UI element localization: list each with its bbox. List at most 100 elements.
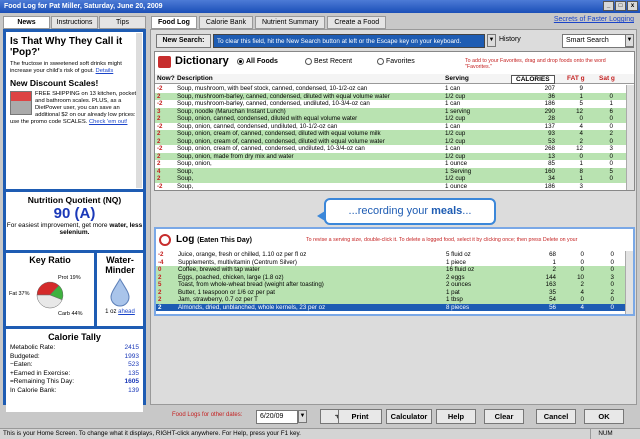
radio-favorites[interactable]: Favorites — [377, 58, 415, 65]
tab-tips[interactable]: Tips — [99, 16, 146, 29]
log-cell-desc: Almonds, dried, unblanched, whole kernel… — [178, 303, 326, 311]
dictionary-row[interactable]: 2 Soup, onion, cream of, canned, condense… — [155, 137, 626, 145]
tab-food-log[interactable]: Food Log — [151, 16, 197, 29]
log-row[interactable]: 2 Jam, strawberry, 0.7 oz per T 1 tbsp 54 0 0 — [156, 296, 625, 304]
dictionary-row[interactable]: -2 Soup, onion, cream of, canned, condens… — [155, 145, 626, 153]
tab-nutrient-summary[interactable]: Nutrient Summary — [254, 16, 326, 29]
log-row[interactable]: 0 Coffee, brewed with tap water 16 fluid o… — [156, 266, 625, 274]
plate-icon — [159, 234, 171, 246]
dictionary-cell-fat: 0 — [579, 115, 583, 122]
left-panel: Is That Why They Call it 'Pop?' The fruc… — [3, 29, 146, 412]
print-button[interactable]: Print — [338, 409, 382, 424]
calculator-button[interactable]: Calculator — [386, 409, 432, 424]
tally-heading: Calorie Tally — [48, 332, 101, 342]
check-link[interactable]: Check 'em out! — [89, 119, 127, 125]
news-tip: Is That Why They Call it 'Pop?' The fruc… — [6, 32, 143, 189]
log-scrollbar[interactable] — [625, 251, 633, 314]
dictionary-row[interactable]: 2 Soup, onion, canned, condensed, diluted… — [155, 115, 626, 123]
dictionary-column-header: Now? Description Serving CALORIES FAT g … — [155, 74, 634, 84]
log-row[interactable]: 5 Toast, from whole-wheat bread (weight a… — [156, 281, 625, 289]
nq-heading: Nutrition Quotient (NQ) — [27, 195, 122, 205]
col-fat[interactable]: FAT g — [567, 75, 585, 82]
search-mode-chevron-icon[interactable]: ▼ — [625, 34, 634, 47]
dictionary-row[interactable]: -2 Soup, onion, canned, condensed, undilu… — [155, 122, 626, 130]
col-now[interactable]: Now? — [157, 75, 175, 82]
cancel-button[interactable]: Cancel — [536, 409, 576, 424]
dictionary-cell-sat: 0 — [609, 115, 613, 122]
water-minder-card[interactable]: Water-Minder 1 oz ahead — [97, 253, 143, 326]
calorie-tally-card[interactable]: Calorie Tally Metabolic Rate: 2415 Budgete… — [6, 329, 143, 412]
log-cell-fat: 0 — [580, 266, 584, 273]
dictionary-cell-serving: 1 can — [445, 145, 461, 152]
nq-value: 90 (A) — [53, 205, 96, 222]
clear-button[interactable]: Clear — [484, 409, 524, 424]
help-button[interactable]: Help — [436, 409, 476, 424]
dictionary-cell-now: 4 — [157, 167, 161, 175]
log-row[interactable]: 2 Butter, 1 teaspoon or 1/6 oz per pat 1 p… — [156, 288, 625, 296]
col-serving[interactable]: Serving — [445, 75, 469, 82]
log-row[interactable]: -2 Juice, orange, fresh or chilled, 1.10 … — [156, 251, 625, 259]
tab-instructions[interactable]: Instructions — [51, 16, 98, 29]
dictionary-cell-fat: 0 — [579, 152, 583, 160]
log-cell-sat: 0 — [610, 258, 614, 266]
water-ahead[interactable]: ahead — [118, 309, 135, 315]
dictionary-scrollbar[interactable] — [626, 85, 634, 190]
search-dropdown-icon[interactable]: ▼ — [487, 34, 496, 47]
dictionary-row[interactable]: 2 Soup, onion, made from dry mix and wate… — [155, 152, 626, 160]
main-tabs: Food Log Calorie Bank Nutrient Summary C… — [151, 16, 387, 29]
tally-label: Metabolic Rate: — [10, 344, 56, 351]
radio-best-recent[interactable]: Best Recent — [305, 58, 352, 65]
tab-create-food[interactable]: Create a Food — [327, 16, 387, 29]
radio-all-foods[interactable]: All Foods — [237, 58, 278, 65]
col-description[interactable]: Description — [177, 75, 213, 82]
dictionary-row[interactable]: 3 Soup, noodle (Maruchan Instant Lunch) 1 … — [155, 107, 626, 115]
log-cell-now: 2 — [158, 273, 162, 281]
dictionary-cell-sat: 0 — [609, 122, 613, 130]
dictionary-row[interactable]: 2 Soup, onion, 1 ounce 85 1 0 — [155, 160, 626, 168]
details-link[interactable]: Details — [96, 68, 114, 74]
dictionary-row[interactable]: -2 Soup, mushroom-barley, canned, condens… — [155, 100, 626, 108]
tab-news[interactable]: News — [3, 16, 50, 29]
dictionary-row[interactable]: -2 Soup, mushroom, with beef stock, canne… — [155, 85, 626, 93]
tooltip-pointer — [317, 211, 325, 221]
new-search-button[interactable]: New Search: — [156, 34, 211, 48]
close-icon[interactable]: x — [627, 1, 638, 11]
dictionary-cell-serving: 1/2 cup — [445, 152, 466, 160]
log-row[interactable]: -4 Supplements, multivitamin (Centrum Sil… — [156, 258, 625, 266]
tip-scrollbar[interactable] — [136, 33, 142, 188]
dictionary-cell-fat: 4 — [579, 122, 583, 130]
log-cell-serving: 5 fluid oz — [446, 251, 471, 258]
dictionary-cell-sat: 0 — [609, 152, 613, 160]
dictionary-row[interactable]: 2 Soup, 1/2 cup 34 1 0 — [155, 175, 626, 183]
maximize-icon[interactable]: □ — [615, 1, 626, 11]
dictionary-cell-now: -2 — [157, 85, 163, 92]
col-calories[interactable]: CALORIES — [511, 75, 555, 84]
dictionary-row[interactable]: 4 Soup, 1 Serving 160 8 5 — [155, 167, 626, 175]
log-row[interactable]: 2 Eggs, poached, chicken, large (1.8 oz) 2… — [156, 273, 625, 281]
dictionary-row[interactable]: -2 Soup, 1 ounce 186 3 — [155, 182, 626, 190]
log-cell-fat: 2 — [580, 281, 584, 288]
search-input[interactable]: To clear this field, hit the New Search … — [213, 34, 485, 48]
dictionary-cell-serving: 1 Serving — [445, 167, 472, 175]
dictionary-row[interactable]: 2 Soup, mushroom-barley, canned, condense… — [155, 92, 626, 100]
tab-calorie-bank[interactable]: Calorie Bank — [198, 16, 253, 29]
dictionary-cell-now: -2 — [157, 100, 163, 107]
dictionary-row[interactable]: 2 Soup, onion, cream of, canned, condense… — [155, 130, 626, 138]
dictionary-cell-serving: 1 can — [445, 122, 461, 130]
log-row[interactable]: 2 Almonds, dried, unblanched, whole kerne… — [156, 303, 625, 311]
date-chevron-icon[interactable]: ▼ — [298, 410, 307, 423]
log-cell-sat: 2 — [610, 288, 614, 296]
secrets-link[interactable]: Secrets of Faster Logging — [554, 16, 634, 23]
date-select[interactable]: 6/20/09 — [256, 410, 298, 424]
dictionary-cell-desc: Soup, onion, cream of, canned, condensed… — [177, 145, 365, 152]
col-sat[interactable]: Sat g — [599, 75, 615, 82]
log-cell-fat: 0 — [580, 258, 584, 266]
ok-button[interactable]: OK — [584, 409, 624, 424]
search-mode-select[interactable]: Smart Search — [562, 34, 634, 48]
key-ratio-card[interactable]: Key Ratio Prot 19% Fat 37% Carb 44% — [6, 253, 94, 326]
log-cell-sat: 0 — [610, 266, 614, 273]
minimize-icon[interactable]: _ — [603, 1, 614, 11]
dictionary-cell-cal: 207 — [544, 85, 555, 92]
nq-card[interactable]: Nutrition Quotient (NQ) 90 (A) For easie… — [6, 192, 143, 250]
dictionary-cell-cal: 28 — [548, 115, 555, 122]
